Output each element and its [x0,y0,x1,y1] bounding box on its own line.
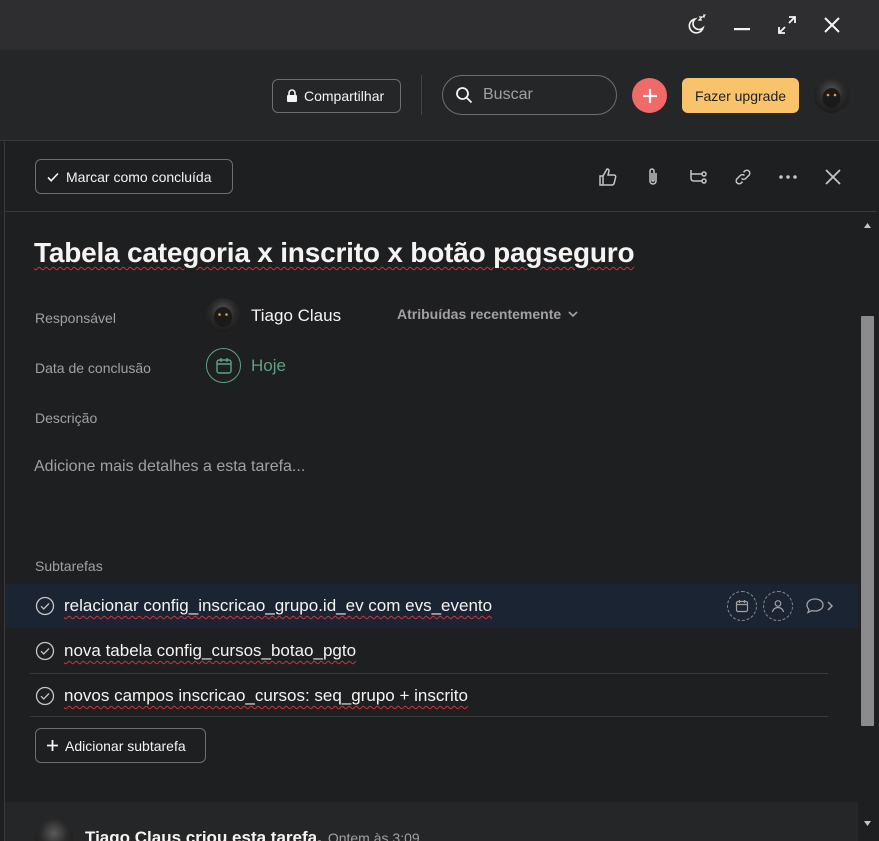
subtask-row[interactable]: relacionar config_inscricao_grupo.id_ev … [5,584,858,628]
subtask-check-icon[interactable] [35,596,55,616]
upgrade-button[interactable]: Fazer upgrade [682,78,799,113]
maximize-icon[interactable] [772,10,802,40]
topbar-divider [421,75,422,115]
chevron-right-icon[interactable] [825,599,835,613]
scroll-up-icon[interactable] [863,222,872,229]
recently-assigned-label: Atribuídas recentemente [397,306,562,322]
plus-icon [642,88,657,103]
search-input[interactable]: Buscar [442,75,617,115]
activity-avatar [35,818,73,841]
lock-icon [287,89,297,102]
subtask-text[interactable]: relacionar config_inscricao_grupo.id_ev … [64,596,492,616]
activity-time: Ontem às 3:09 [327,830,420,841]
subtasks-label: Subtarefas [35,558,103,574]
link-icon[interactable] [728,162,758,192]
panel-scrollbar[interactable] [858,214,876,841]
mark-complete-label: Marcar como concluída [66,168,212,185]
scroll-thumb[interactable] [861,316,874,726]
add-subtask-button[interactable]: Adicionar subtarefa [35,728,206,763]
attachment-icon[interactable] [638,162,668,192]
subtask-row[interactable]: novos campos inscricao_cursos: seq_grupo… [5,674,858,718]
recently-assigned-dropdown[interactable]: Atribuídas recentemente [397,306,579,322]
subtask-text[interactable]: novos campos inscricao_cursos: seq_grupo… [64,686,468,706]
subtask-due-date-icon[interactable] [727,591,757,621]
user-avatar[interactable] [814,78,849,113]
chevron-down-icon [568,311,578,318]
assignee-avatar[interactable] [206,298,240,332]
description-label: Descrição [35,410,98,426]
subtask-check-icon[interactable] [35,641,55,661]
calendar-icon[interactable] [206,348,241,383]
close-icon[interactable] [817,10,847,40]
search-icon [456,87,473,104]
sleep-icon[interactable] [682,10,712,40]
subtask-icon[interactable] [683,162,713,192]
description-field[interactable]: Adicione mais detalhes a esta tarefa... [34,458,305,476]
share-label: Compartilhar [304,88,385,104]
due-date-value[interactable]: Hoje [251,356,286,376]
assignee-label: Responsável [35,310,116,326]
subtask-row[interactable]: nova tabela config_cursos_botao_pgto [5,629,858,673]
search-placeholder: Buscar [483,86,533,103]
window-titlebar [0,0,879,50]
due-date-label: Data de conclusão [35,360,151,376]
activity-text: Tiago Claus criou esta tarefa. [85,828,322,841]
assignee-name[interactable]: Tiago Claus [251,306,341,326]
plus-icon [47,740,58,751]
check-icon [47,172,59,182]
app-topbar: Compartilhar Buscar Fazer upgrade [0,50,879,141]
comment-icon[interactable] [805,597,825,615]
task-detail-panel: Marcar como concluída Tabela categoria x… [4,142,876,841]
share-button[interactable]: Compartilhar [272,79,401,113]
task-title[interactable]: Tabela categoria x inscrito x botão pags… [34,237,635,269]
mark-complete-button[interactable]: Marcar como concluída [35,159,233,194]
subtask-check-icon[interactable] [35,686,55,706]
minimize-icon[interactable] [727,10,757,40]
close-panel-icon[interactable] [818,162,848,192]
task-toolbar: Marcar como concluída [5,142,876,212]
subtask-text[interactable]: nova tabela config_cursos_botao_pgto [64,641,356,661]
subtask-divider [30,716,828,717]
more-options-icon[interactable] [773,162,803,192]
like-icon[interactable] [593,162,623,192]
subtask-actions [727,591,835,621]
activity-feed: Tiago Claus criou esta tarefa. Ontem às 3… [5,802,858,841]
activity-item: Tiago Claus criou esta tarefa. Ontem às 3… [85,828,420,841]
create-button[interactable] [632,78,667,113]
subtask-assignee-icon[interactable] [763,591,793,621]
add-subtask-label: Adicionar subtarefa [65,737,186,754]
scroll-down-icon[interactable] [863,820,872,827]
